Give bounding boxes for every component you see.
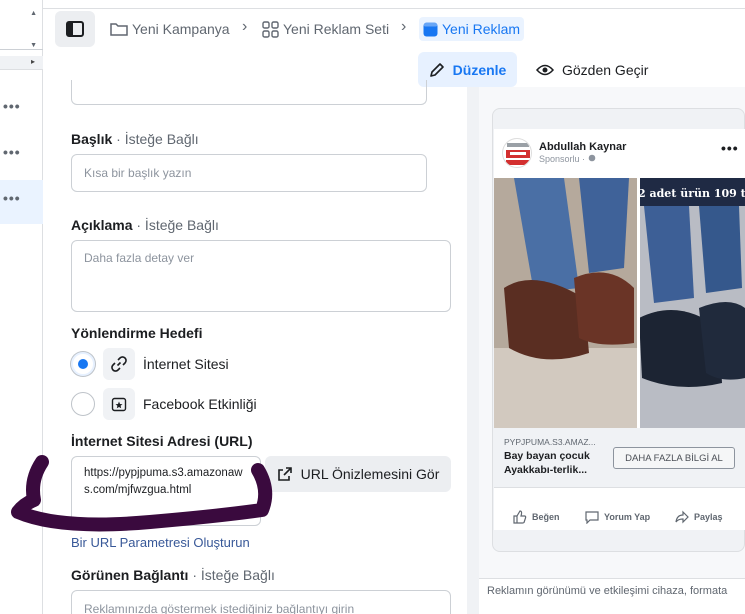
sponsored-text: Sponsorlu · — [539, 154, 588, 164]
chevron-right-icon: › — [242, 18, 248, 35]
more-options-icon[interactable]: ••• — [3, 98, 21, 114]
external-link-icon — [277, 467, 292, 481]
display-link-optional-text: · İsteğe Bağlı — [188, 567, 275, 583]
like-label: Beğen — [532, 512, 560, 522]
display-link-placeholder: Reklamınızda göstermek istediğiniz bağla… — [84, 602, 355, 614]
more-options-icon[interactable]: ••• — [3, 190, 21, 206]
comment-label: Yorum Yap — [604, 512, 651, 522]
description-placeholder: Daha fazla detay ver — [84, 251, 195, 265]
breadcrumb-adset[interactable]: Yeni Reklam Seti — [262, 17, 389, 41]
grid-icon — [262, 20, 279, 38]
description-textarea[interactable]: Daha fazla detay ver — [71, 240, 451, 312]
display-link-input[interactable]: Reklamınızda göstermek istediğiniz bağla… — [71, 590, 451, 614]
image-caption: 2 adet ürün 109 tl — [638, 187, 745, 200]
link-icon — [111, 356, 127, 372]
destination-event-radio[interactable] — [71, 392, 95, 416]
breadcrumb-ad[interactable]: Yeni Reklam — [419, 17, 525, 41]
preview-disclaimer: Reklamın görünümü ve etkileşimi cihaza, … — [479, 578, 745, 614]
left-strip-scroll-row[interactable]: ▸ — [0, 56, 43, 70]
destination-event-label: Facebook Etkinliği — [143, 396, 257, 412]
toggle-panel-button[interactable] — [55, 11, 95, 47]
link-title: Bay bayan çocuk Ayakkabı-terlik... — [504, 450, 590, 476]
comment-button[interactable]: Yorum Yap — [585, 510, 650, 524]
display-link-label: Görünen Bağlantı · İsteğe Bağlı — [71, 567, 275, 583]
display-link-label-text: Görünen Bağlantı — [71, 567, 189, 583]
event-star-icon — [111, 397, 127, 412]
breadcrumb-adset-label: Yeni Reklam Seti — [283, 21, 390, 37]
link-domain: PYPJPUMA.S3.AMAZ... — [504, 437, 596, 447]
panel-divider — [467, 87, 479, 614]
breadcrumb-campaign[interactable]: Yeni Kampanya — [110, 17, 230, 41]
folder-icon — [110, 23, 128, 36]
headline-placeholder: Kısa bir başlık yazın — [84, 166, 192, 180]
destination-event-icon-box — [103, 388, 135, 420]
review-mode-label: Gözden Geçir — [562, 61, 649, 78]
destination-website-icon-box — [103, 348, 135, 380]
url-preview-button-label: URL Önizlemesini Gör — [300, 466, 440, 482]
description-optional-text: · İsteğe Bağlı — [132, 217, 219, 233]
review-mode-button[interactable]: Gözden Geçir — [536, 52, 648, 87]
url-preview-button[interactable]: URL Önizlemesini Gör — [265, 456, 451, 492]
topbar-divider — [43, 8, 745, 9]
cta-button[interactable]: DAHA FAZLA BİLGİ AL — [613, 447, 735, 469]
description-label-text: Açıklama — [71, 217, 133, 233]
headline-label: Başlık · İsteğe Bağlı — [71, 131, 199, 147]
ad-image: 2 adet ürün 109 tl — [494, 178, 745, 428]
url-input[interactable]: https://pypjpuma.s3.amazonaws.com/mjfwzg… — [71, 456, 261, 526]
edit-mode-label: Düzenle — [452, 61, 507, 78]
ad-icon — [423, 22, 438, 36]
url-parameter-link[interactable]: Bir URL Parametresi Oluşturun — [71, 535, 250, 550]
sidebar-toggle-icon — [66, 21, 84, 37]
left-strip-header: ▲ ▼ — [0, 0, 43, 50]
ads-manager-editor: ▲ ▼ ▸ ••• ••• ••• Yeni Kampanya › Yeni R… — [0, 0, 745, 614]
page-avatar — [502, 138, 532, 168]
comment-icon — [585, 511, 599, 524]
headline-label-text: Başlık — [71, 131, 113, 147]
caret-up-icon[interactable]: ▲ — [30, 10, 37, 17]
globe-icon — [588, 154, 595, 162]
headline-optional-text: · İsteğe Bağlı — [112, 131, 199, 147]
thumbs-up-icon — [513, 510, 527, 524]
share-icon — [675, 510, 689, 524]
more-options-icon[interactable]: ••• — [721, 140, 739, 156]
eye-icon — [536, 64, 554, 75]
pencil-icon — [429, 62, 444, 77]
breadcrumb-campaign-label: Yeni Kampanya — [132, 21, 230, 37]
chevron-right-icon: › — [401, 18, 407, 35]
url-label: İnternet Sitesi Adresi (URL) — [71, 433, 253, 449]
share-button[interactable]: Paylaş — [675, 510, 723, 524]
page-name[interactable]: Abdullah Kaynar — [539, 141, 626, 153]
description-label: Açıklama · İsteğe Bağlı — [71, 217, 219, 233]
left-strip: ▲ ▼ ▸ ••• ••• ••• — [0, 0, 43, 614]
previous-field-bottom[interactable] — [71, 80, 427, 105]
chevron-right-icon[interactable]: ▸ — [31, 57, 35, 66]
destination-label: Yönlendirme Hedefi — [71, 325, 203, 341]
caret-down-icon[interactable]: ▼ — [30, 42, 37, 49]
breadcrumb-ad-label: Yeni Reklam — [442, 21, 521, 37]
image-split-divider — [637, 178, 640, 428]
edit-mode-button[interactable]: Düzenle — [418, 52, 517, 87]
share-label: Paylaş — [694, 512, 723, 522]
destination-website-radio[interactable] — [71, 352, 95, 376]
url-input-value: https://pypjpuma.s3.amazonaws.com/mjfwzg… — [84, 467, 243, 496]
like-button[interactable]: Beğen — [513, 510, 560, 524]
more-options-icon[interactable]: ••• — [3, 144, 21, 160]
headline-input[interactable]: Kısa bir başlık yazın — [71, 154, 427, 192]
shoes-photo — [494, 178, 745, 428]
destination-website-label: İnternet Sitesi — [143, 356, 229, 372]
sponsored-label: Sponsorlu · — [539, 154, 596, 164]
